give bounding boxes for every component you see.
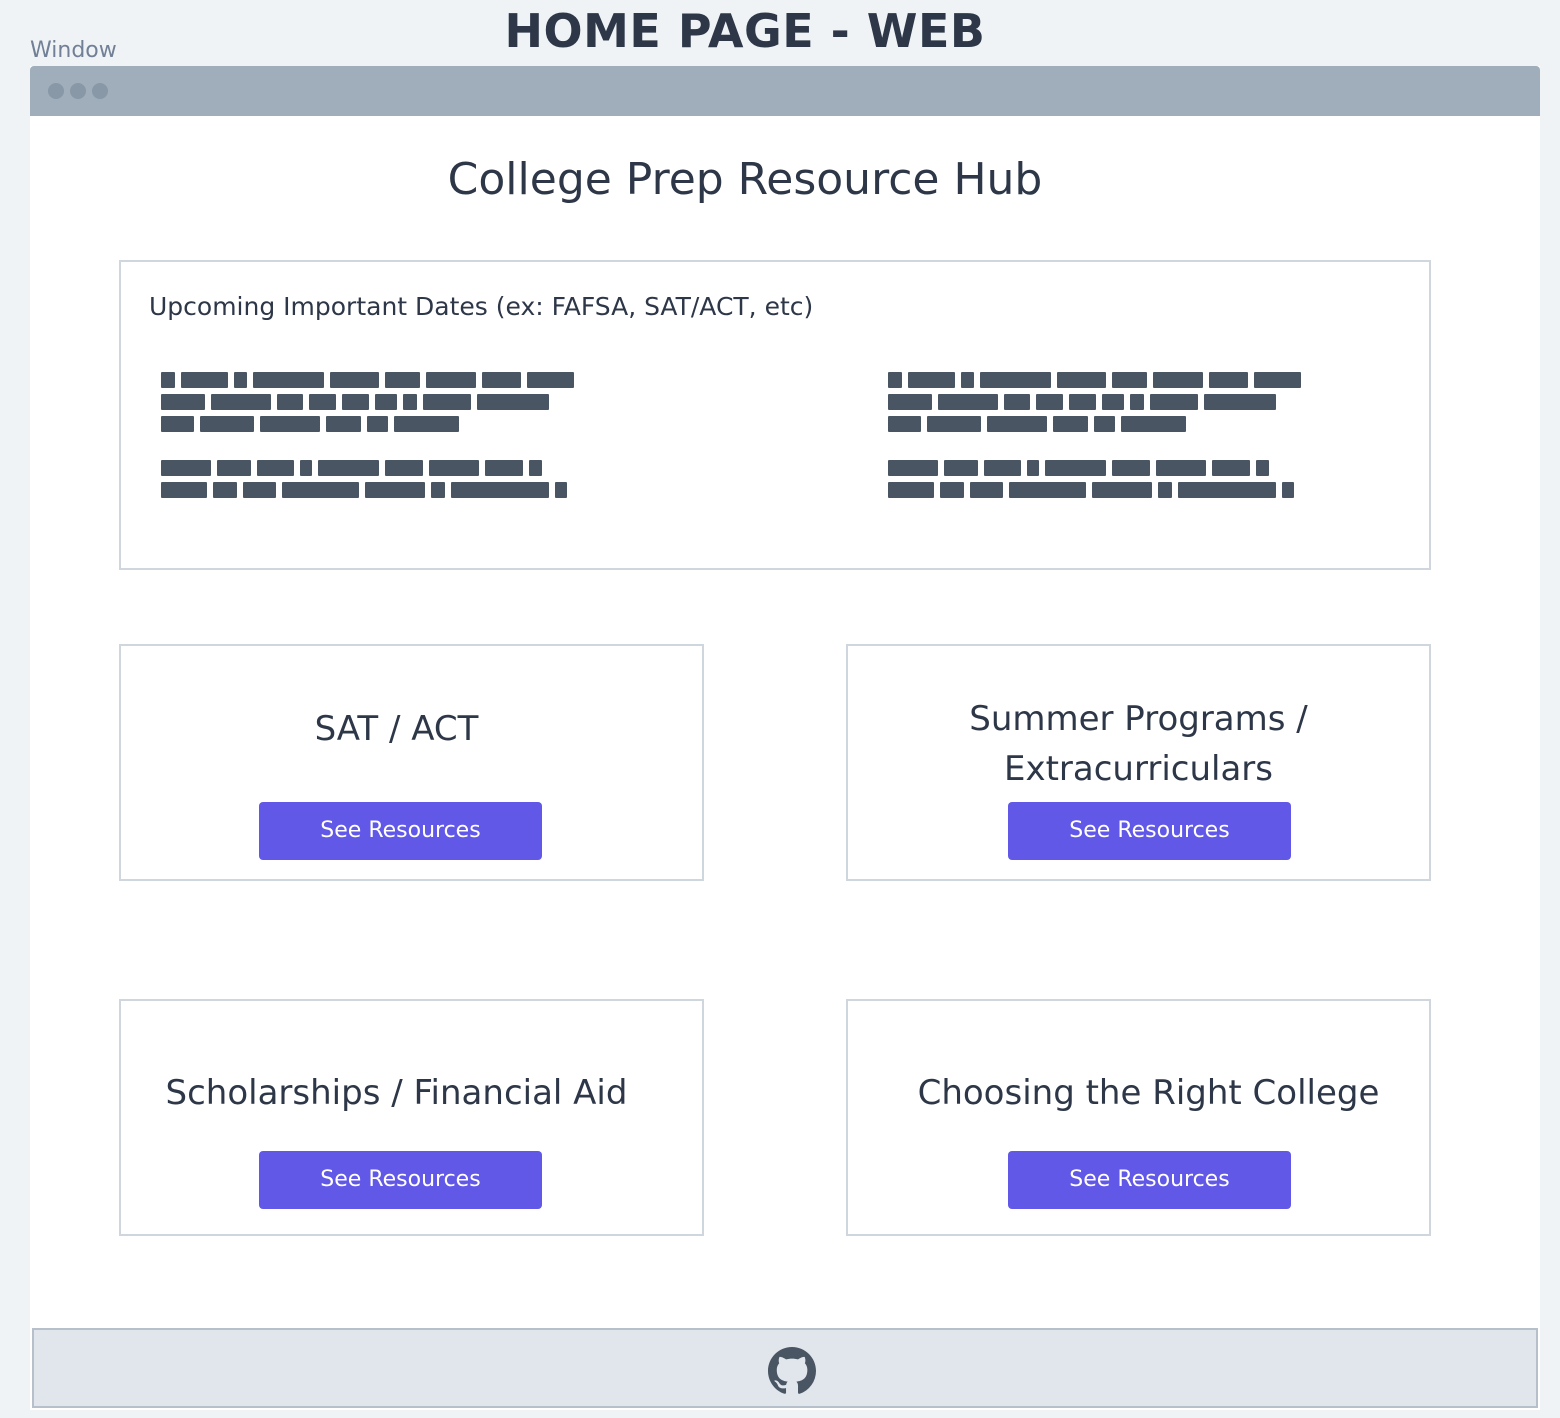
- redacted-text-line: [888, 460, 1308, 476]
- hub-title: College Prep Resource Hub: [447, 154, 1043, 205]
- redacted-text-line: [161, 394, 581, 410]
- card-scholarships: Scholarships / Financial Aid See Resourc…: [119, 999, 704, 1236]
- redacted-text-block: [888, 372, 1308, 504]
- window-titlebar: [30, 66, 1540, 116]
- redacted-text-line: [888, 372, 1308, 388]
- card-title: Summer Programs / Extracurriculars: [969, 699, 1308, 789]
- card-sat-act: SAT / ACT See Resources: [119, 644, 704, 881]
- see-resources-button[interactable]: See Resources: [1008, 802, 1291, 860]
- redacted-text-line: [888, 416, 1308, 432]
- redacted-text-line: [161, 482, 581, 498]
- dates-heading: Upcoming Important Dates (ex: FAFSA, SAT…: [149, 292, 814, 321]
- card-title: SAT / ACT: [314, 709, 479, 749]
- card-choosing-college: Choosing the Right College See Resources: [846, 999, 1431, 1236]
- redacted-text-line: [161, 460, 581, 476]
- card-title: Scholarships / Financial Aid: [165, 1073, 628, 1113]
- see-resources-button[interactable]: See Resources: [259, 802, 542, 860]
- card-title: Choosing the Right College: [917, 1073, 1380, 1113]
- redacted-text-line: [888, 482, 1308, 498]
- redacted-text-block: [161, 372, 581, 504]
- window-control-dot[interactable]: [92, 83, 108, 99]
- window-label: Window: [30, 38, 117, 63]
- window-control-dot[interactable]: [70, 83, 86, 99]
- window-control-dot[interactable]: [48, 83, 64, 99]
- see-resources-button[interactable]: See Resources: [1008, 1151, 1291, 1209]
- github-icon[interactable]: [768, 1347, 816, 1395]
- page-title: HOME PAGE - WEB: [504, 4, 986, 58]
- browser-window: College Prep Resource Hub Upcoming Impor…: [30, 66, 1540, 1410]
- redacted-text-line: [888, 394, 1308, 410]
- important-dates-panel: Upcoming Important Dates (ex: FAFSA, SAT…: [119, 260, 1431, 570]
- redacted-text-line: [161, 416, 581, 432]
- card-summer-programs: Summer Programs / Extracurriculars See R…: [846, 644, 1431, 881]
- redacted-text-line: [161, 372, 581, 388]
- footer: [32, 1328, 1538, 1408]
- see-resources-button[interactable]: See Resources: [259, 1151, 542, 1209]
